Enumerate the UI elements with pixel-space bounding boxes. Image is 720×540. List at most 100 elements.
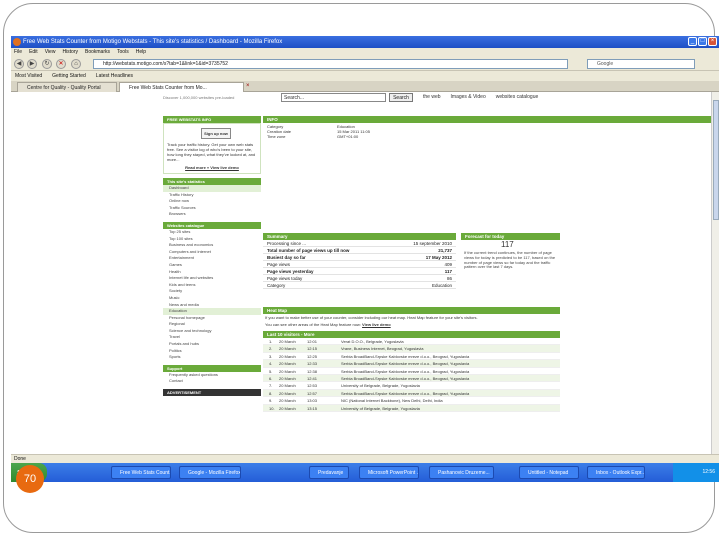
catalogue-item[interactable]: Music (163, 295, 261, 302)
catalogue-item[interactable]: Computers and internet (163, 249, 261, 256)
tab-webstats[interactable]: Free Web Stats Counter from Mo... (119, 82, 244, 92)
bookmarks-toolbar: Most Visited Getting Started Latest Head… (11, 71, 719, 81)
catalogue-item[interactable]: Travel (163, 334, 261, 341)
visitor-row[interactable]: 5. 20 March 12:38 Serbia BroadBand-Srpske K… (263, 368, 560, 375)
visitor-row[interactable]: 1. 20 March 12:01 Verat D.O.O., Belgrade, Y… (263, 338, 560, 346)
visitor-row[interactable]: 3. 20 March 12:25 Serbia BroadBand-Srpske K… (263, 353, 560, 361)
menu-edit[interactable]: Edit (29, 48, 38, 57)
bookmark-getting-started[interactable]: Getting Started (52, 71, 86, 81)
summary-row: Page views 409 (263, 261, 456, 268)
summary-row: Busiest day so far 17 May 2012 (263, 254, 456, 261)
visitor-row[interactable]: 4. 20 March 12:33 Serbia BroadBand-Srpske K… (263, 360, 560, 368)
visitor-row[interactable]: 8. 20 March 12:57 Serbia BroadBand-Srpske K… (263, 389, 560, 398)
bookmark-most-visited[interactable]: Most Visited (15, 71, 42, 81)
summary-value: 15 september 2010 (413, 241, 452, 246)
catalogue-item[interactable]: Games (163, 262, 261, 269)
vertical-scrollbar[interactable] (711, 92, 719, 454)
taskbar-button[interactable]: Predavanje (309, 466, 349, 479)
sidebar-item-dashboard[interactable]: Dashboard (163, 185, 261, 192)
taskbar-button[interactable]: Microsoft PowerPoint ... (359, 466, 419, 479)
catalogue-item[interactable]: Society (163, 288, 261, 295)
reload-icon[interactable]: ↻ (42, 59, 52, 69)
url-input[interactable]: http://webstats.motigo.com/s?tab=1&link=… (93, 59, 568, 69)
visitor-number: 4. (269, 361, 273, 367)
taskbar-button[interactable]: Inbox - Outlook Expr... (587, 466, 645, 479)
catalogue-item[interactable]: Portals and hubs (163, 341, 261, 348)
visitor-time: 12:38 (307, 368, 318, 374)
menu-file[interactable]: File (14, 48, 22, 57)
signup-button[interactable]: Sign up now (201, 128, 231, 139)
visitor-time: 12:41 (307, 375, 318, 381)
window-titlebar: Free Web Stats Counter from Motigo Webst… (11, 36, 719, 48)
catalogue-item[interactable]: Regional (163, 321, 261, 328)
bookmark-latest-headlines[interactable]: Latest Headlines (96, 71, 133, 81)
taskbar-button[interactable]: Untitled - Notepad (519, 466, 579, 479)
tab-close-icon[interactable]: × (246, 83, 250, 89)
catalogue-item[interactable]: Science and technology (163, 328, 261, 335)
sidebar-item-traffic-history[interactable]: Traffic History (163, 192, 261, 199)
support-faq[interactable]: Frequently asked questions (163, 372, 261, 379)
visitor-number: 3. (269, 353, 273, 359)
stop-icon[interactable]: ✕ (56, 59, 66, 69)
search-option-images[interactable]: Images & Video (451, 94, 486, 100)
menu-bookmarks[interactable]: Bookmarks (85, 48, 110, 57)
summary-row: Total number of page views up till now 21… (263, 247, 456, 254)
menu-tools[interactable]: Tools (117, 48, 129, 57)
catalogue-item[interactable]: Politics (163, 348, 261, 355)
catalogue-item[interactable]: Kids and teens (163, 282, 261, 289)
menu-history[interactable]: History (62, 48, 78, 57)
sidebar-item-browsers[interactable]: Browsers (163, 211, 261, 218)
visitor-time: 12:25 (307, 353, 318, 359)
visitors-panel: Last 10 visitors - More 1. 20 March 12:01 V… (263, 331, 560, 412)
taskbar-button[interactable]: Pashanovic Druzeme... (429, 466, 494, 479)
maximize-button[interactable]: □ (698, 37, 707, 46)
catalogue-item[interactable]: Top 100 sites (163, 236, 261, 243)
search-option-web[interactable]: the web (423, 94, 441, 100)
heatmap-demo-link[interactable]: View live demo (362, 322, 391, 327)
catalogue-item[interactable]: Internet life and websites (163, 275, 261, 282)
support-contact[interactable]: Contact (163, 378, 261, 385)
close-button[interactable]: × (708, 37, 717, 46)
visitors-header[interactable]: Last 10 visitors - More (263, 331, 560, 338)
catalogue-item[interactable]: News and media (163, 302, 261, 309)
visitor-time: 13:03 (307, 398, 318, 404)
catalogue-item[interactable]: Personal homepage (163, 315, 261, 322)
catalogue-item[interactable]: Business and economics (163, 242, 261, 249)
visitor-date: 20 March (279, 353, 296, 359)
menu-view[interactable]: View (45, 48, 56, 57)
scrollbar-thumb[interactable] (713, 100, 719, 220)
summary-header: Summary (263, 233, 456, 240)
catalogue-item[interactable]: Sports (163, 354, 261, 361)
menu-help[interactable]: Help (136, 48, 146, 57)
taskbar-button[interactable]: Google - Mozilla Firefox (179, 466, 241, 479)
search-option-catalogue[interactable]: websites catalogue (496, 94, 539, 100)
sidebar-item-online-now[interactable]: Online now (163, 198, 261, 205)
back-icon[interactable]: ◀ (14, 59, 24, 69)
forward-icon[interactable]: ▶ (27, 59, 37, 69)
visitor-date: 20 March (279, 383, 296, 389)
summary-value: 21,737 (438, 248, 452, 253)
site-search-button[interactable]: Search (389, 93, 413, 102)
promo-links[interactable]: Read more » View live demo (167, 165, 257, 170)
catalogue-item[interactable]: Education (163, 308, 261, 315)
minimize-button[interactable]: _ (688, 37, 697, 46)
tab-quality-portal[interactable]: Centre for Quality - Quality Portal (17, 82, 117, 92)
visitor-row[interactable]: 7. 20 March 12:53 University of Belgrade, B… (263, 382, 560, 390)
summary-value: 86 (446, 276, 452, 281)
google-search-input[interactable]: Google (587, 59, 695, 69)
site-search-input[interactable]: Search... (281, 93, 386, 102)
home-icon[interactable]: ⌂ (71, 59, 81, 69)
summary-value: 117 (444, 269, 452, 274)
visitor-time: 13:15 (307, 405, 318, 411)
visitor-row[interactable]: 10. 20 March 13:15 University of Belgrade, … (263, 404, 560, 412)
catalogue-item[interactable]: Health (163, 269, 261, 276)
catalogue-item[interactable]: Top 25 sites (163, 229, 261, 236)
visitor-row[interactable]: 9. 20 March 13:03 NIC (National Internet Ba… (263, 397, 560, 405)
sidebar-item-traffic-sources[interactable]: Traffic Sources (163, 205, 261, 212)
catalogue-item[interactable]: Entertainment (163, 255, 261, 262)
visitor-row[interactable]: 6. 20 March 12:41 Serbia BroadBand-Srpske K… (263, 374, 560, 383)
visitor-row[interactable]: 2. 20 March 12:15 Vrane, Business Internet,… (263, 345, 560, 353)
summary-value: Education (431, 283, 452, 288)
visitor-date: 20 March (279, 368, 296, 374)
taskbar-button[interactable]: Free Web Stats Count... (111, 466, 171, 479)
